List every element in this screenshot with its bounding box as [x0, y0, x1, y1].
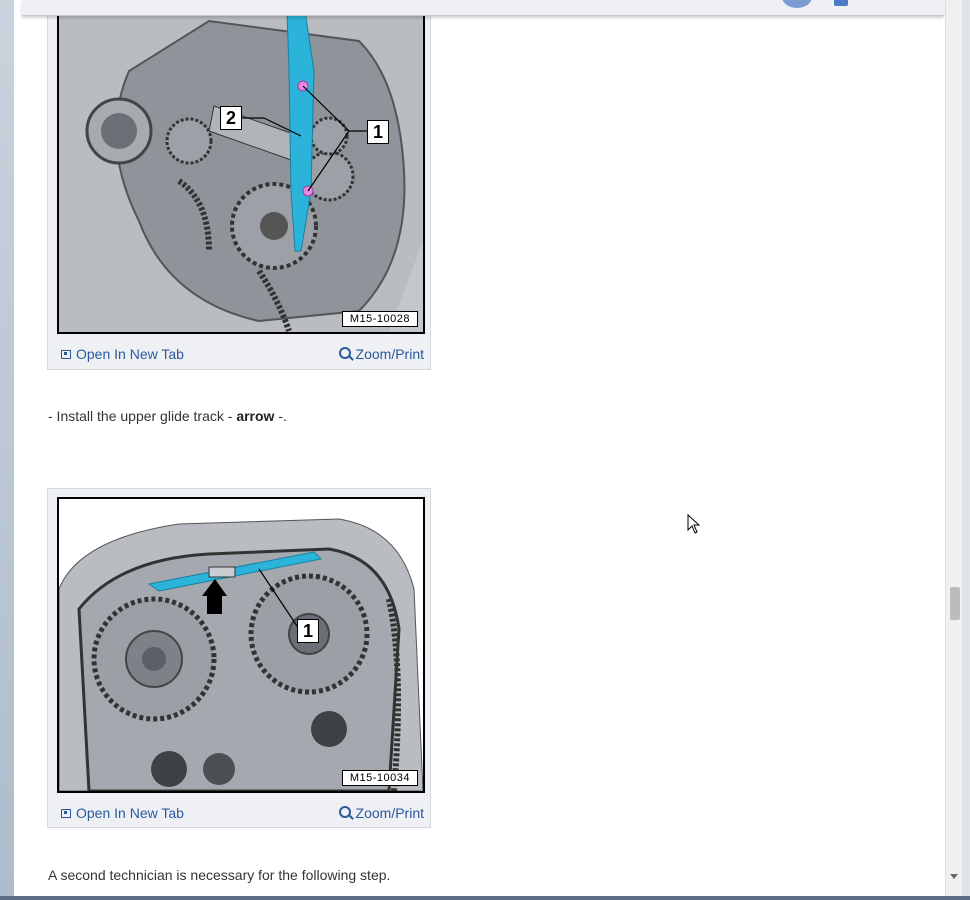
figure-timing-chain: 2 1 M15-10028 Open In New Tab Zoom/Print [47, 0, 431, 370]
add-icon[interactable] [834, 0, 848, 6]
step-prefix: - Install the upper glide track - [48, 408, 237, 424]
vertical-scrollbar[interactable] [945, 0, 963, 900]
zoom-print-link[interactable]: Zoom/Print [338, 346, 424, 362]
zoom-print-link[interactable]: Zoom/Print [338, 805, 424, 821]
engine-illustration-1: 2 1 M15-10028 [57, 9, 425, 334]
taskbar-edge [0, 896, 970, 900]
open-in-new-tab-link[interactable]: Open In New Tab [61, 805, 184, 821]
zoom-print-label: Zoom/Print [355, 805, 424, 821]
zoom-icon [338, 806, 353, 820]
note-text: A second technician is necessary for the… [48, 867, 391, 883]
callout-label-1: 1 [297, 619, 319, 643]
figure-actions: Open In New Tab Zoom/Print [48, 341, 430, 367]
figure-upper-glide-track: 1 M15-10034 Open In New Tab Zoom/Print [47, 488, 431, 828]
window-left-edge [0, 0, 14, 900]
figure-code: M15-10034 [341, 770, 418, 786]
document-viewport: 2 1 M15-10028 Open In New Tab Zoom/Print… [14, 0, 945, 900]
open-in-new-tab-link[interactable]: Open In New Tab [61, 346, 184, 362]
step-bold: arrow [236, 408, 275, 424]
engine-illustration-2: 1 M15-10034 [57, 497, 425, 793]
open-in-new-tab-label: Open In New Tab [76, 346, 184, 362]
zoom-icon [338, 347, 353, 361]
open-new-tab-icon [61, 349, 71, 359]
callout-label-2: 2 [220, 106, 242, 130]
step-suffix: -. [274, 408, 287, 424]
open-in-new-tab-label: Open In New Tab [76, 805, 184, 821]
mouse-cursor-icon [687, 514, 701, 534]
window-right-edge [962, 0, 970, 900]
scrollbar-thumb[interactable] [950, 587, 960, 620]
scroll-down-arrow-icon[interactable] [950, 874, 958, 879]
instruction-step: - Install the upper glide track - arrow … [48, 408, 287, 424]
open-new-tab-icon [61, 808, 71, 818]
avatar[interactable] [782, 0, 812, 8]
figure-actions: Open In New Tab Zoom/Print [48, 800, 430, 826]
top-toolbar [22, 0, 944, 16]
callout-label-1: 1 [367, 120, 389, 144]
figure-code: M15-10028 [341, 311, 418, 327]
zoom-print-label: Zoom/Print [355, 346, 424, 362]
